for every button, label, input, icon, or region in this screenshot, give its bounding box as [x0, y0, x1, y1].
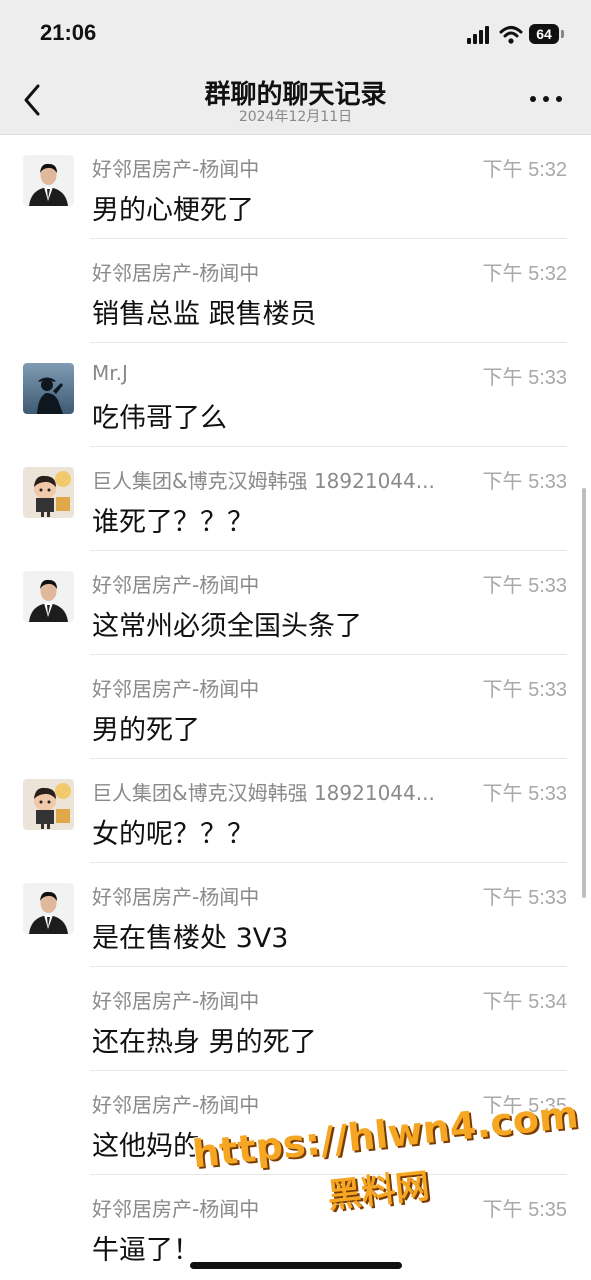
cellular-signal-icon — [467, 26, 491, 44]
avatar[interactable] — [23, 571, 74, 622]
message-text: 销售总监 跟售楼员 — [92, 299, 317, 330]
message-time: 下午 5:33 — [482, 367, 567, 389]
message-time: 下午 5:32 — [482, 159, 567, 181]
sender-name: 好邻居房产-杨闻中 — [92, 989, 260, 1013]
message-item[interactable]: 好邻居房产-杨闻中 下午 5:32 销售总监 跟售楼员 — [0, 239, 591, 343]
avatar[interactable] — [23, 467, 74, 518]
sender-name: 好邻居房产-杨闻中 — [92, 261, 260, 285]
message-text: 这他妈的 — [92, 1131, 200, 1162]
message-item[interactable]: 好邻居房产-杨闻中 下午 5:32 男的心梗死了 — [0, 135, 591, 239]
message-item[interactable]: 好邻居房产-杨闻中 下午 5:33 是在售楼处 3V3 — [0, 863, 591, 967]
message-text: 吃伟哥了么 — [92, 403, 227, 434]
message-text: 还在热身 男的死了 — [92, 1027, 317, 1058]
status-time: 21:06 — [40, 20, 97, 45]
message-text: 牛逼了！ — [92, 1235, 200, 1266]
message-text: 谁死了？？？ — [92, 507, 254, 538]
status-bar: 21:06 64 — [0, 0, 591, 70]
avatar[interactable] — [23, 155, 74, 206]
message-text: 这常州必须全国头条了 — [92, 611, 362, 642]
sender-name: 好邻居房产-杨闻中 — [92, 157, 260, 181]
battery-icon: 64 — [529, 24, 564, 44]
message-text: 女的呢？？？ — [92, 819, 254, 850]
message-item[interactable]: 好邻居房产-杨闻中 下午 5:33 这常州必须全国头条了 — [0, 551, 591, 655]
avatar[interactable] — [23, 883, 74, 934]
message-text: 是在售楼处 3V3 — [92, 923, 289, 954]
sender-name: 巨人集团&博克汉姆韩强 18921044... — [92, 469, 435, 493]
message-time: 下午 5:32 — [482, 263, 567, 285]
message-time: 下午 5:33 — [482, 887, 567, 909]
message-item[interactable]: Mr.J 下午 5:33 吃伟哥了么 — [0, 343, 591, 447]
page-subtitle: 2024年12月11日 — [238, 109, 353, 125]
message-item[interactable]: 巨人集团&博克汉姆韩强 18921044... 下午 5:33 女的呢？？？ — [0, 759, 591, 863]
scrollbar[interactable] — [582, 488, 586, 898]
message-text: 男的心梗死了 — [92, 195, 254, 226]
message-time: 下午 5:34 — [482, 991, 567, 1013]
sender-name: 巨人集团&博克汉姆韩强 18921044... — [92, 781, 435, 805]
avatar[interactable] — [23, 779, 74, 830]
more-button[interactable] — [530, 92, 564, 104]
message-text: 男的死了 — [92, 715, 200, 746]
message-time: 下午 5:33 — [482, 679, 567, 701]
message-item[interactable]: 好邻居房产-杨闻中 下午 5:33 男的死了 — [0, 655, 591, 759]
avatar[interactable] — [23, 363, 74, 414]
watermark-label: 黑料网 — [325, 1166, 432, 1217]
message-time: 下午 5:33 — [482, 575, 567, 597]
wifi-icon — [499, 24, 523, 46]
sender-name: Mr.J — [92, 361, 128, 385]
message-item[interactable]: 好邻居房产-杨闻中 下午 5:34 还在热身 男的死了 — [0, 967, 591, 1071]
message-item[interactable]: 巨人集团&博克汉姆韩强 18921044... 下午 5:33 谁死了？？？ — [0, 447, 591, 551]
message-time: 下午 5:33 — [482, 471, 567, 493]
nav-bar: 群聊的聊天记录 2024年12月11日 — [0, 70, 591, 135]
sender-name: 好邻居房产-杨闻中 — [92, 885, 260, 909]
message-time: 下午 5:33 — [482, 783, 567, 805]
sender-name: 好邻居房产-杨闻中 — [92, 573, 260, 597]
home-indicator[interactable] — [190, 1262, 402, 1269]
sender-name: 好邻居房产-杨闻中 — [92, 677, 260, 701]
